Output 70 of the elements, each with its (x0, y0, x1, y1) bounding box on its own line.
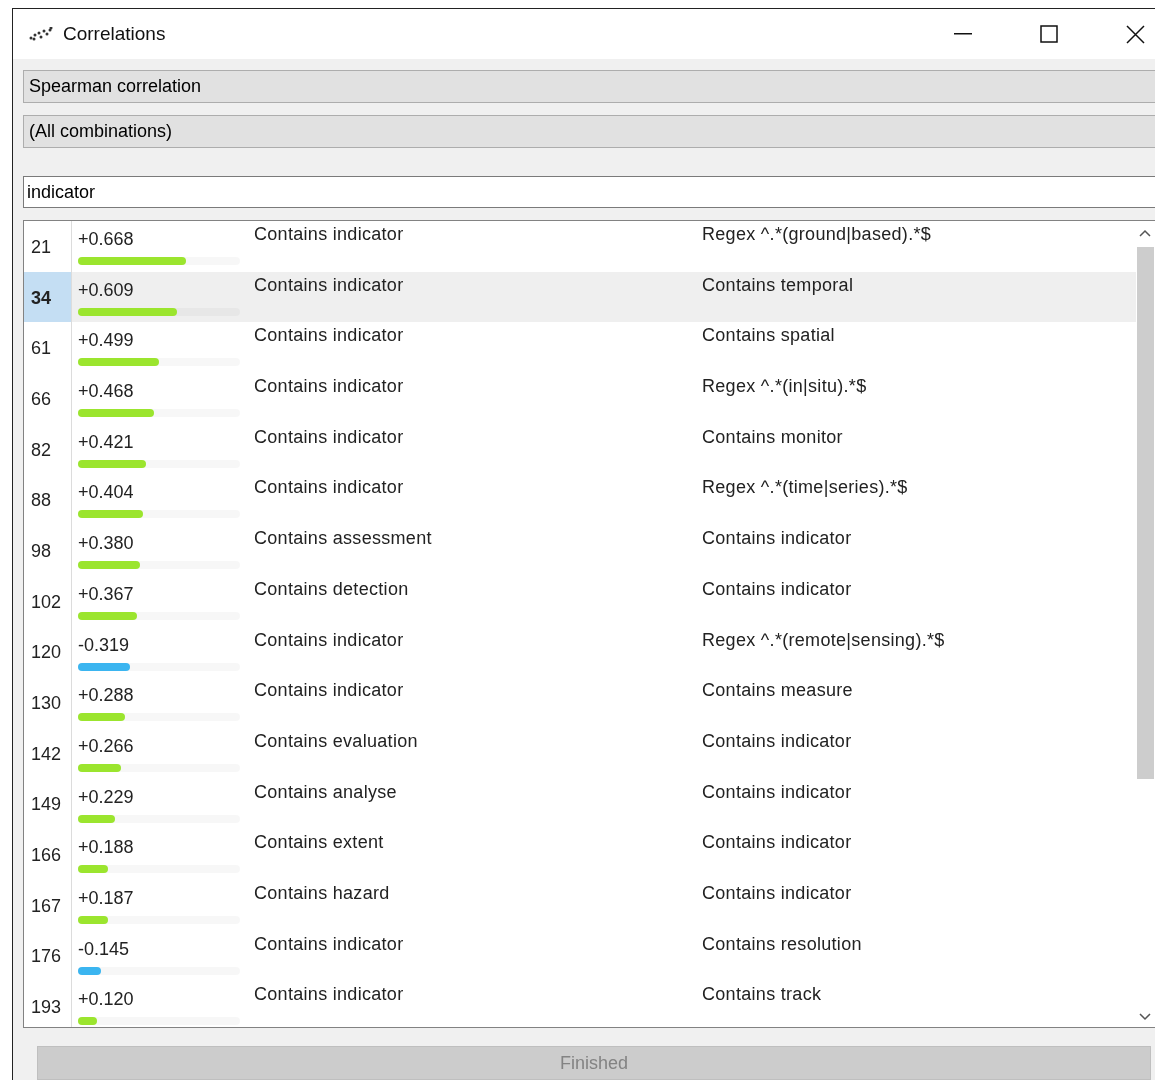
correlation-value: +0.468 (78, 381, 135, 403)
feature-filter-dropdown[interactable]: (All combinations) (23, 115, 1155, 148)
feature-name: Contains extent (254, 831, 385, 855)
row-index: 130 (24, 677, 72, 728)
correlation-value: +0.266 (78, 735, 135, 757)
feature-name: Contains indicator (702, 780, 853, 804)
correlation-value: +0.367 (78, 583, 135, 605)
feature-name: Contains indicator (702, 881, 853, 905)
correlation-value: +0.188 (78, 837, 135, 859)
feature-name: Contains detection (254, 577, 410, 601)
feature-name: Contains indicator (254, 375, 405, 399)
feature-name: Contains assessment (254, 527, 433, 551)
correlation-value: +0.380 (78, 533, 135, 555)
minimize-icon[interactable] (954, 33, 972, 35)
maximize-icon[interactable] (1040, 25, 1058, 43)
correlation-value: +0.421 (78, 431, 135, 453)
row-index: 102 (24, 575, 72, 627)
correlation-value: -0.319 (78, 634, 131, 656)
window-title: Correlations (63, 23, 167, 45)
close-icon[interactable] (1125, 24, 1145, 44)
feature-name: Contains spatial (702, 324, 836, 348)
correlation-value: +0.288 (78, 685, 135, 707)
feature-name: Contains evaluation (254, 729, 419, 753)
row-index: 98 (24, 525, 72, 576)
correlation-value: -0.145 (78, 938, 131, 960)
feature-name: Contains track (702, 983, 823, 1007)
row-index: 166 (24, 829, 72, 880)
feature-name: Contains indicator (254, 425, 405, 449)
correlation-value: +0.499 (78, 330, 135, 352)
feature-name: Contains indicator (254, 273, 405, 297)
correlation-type-dropdown[interactable]: Spearman correlation (23, 70, 1155, 103)
search-field[interactable]: indicator (23, 176, 1155, 208)
row-index: 66 (24, 373, 72, 424)
feature-name: Contains hazard (254, 881, 391, 905)
row-index: 167 (24, 879, 72, 931)
feature-name: Contains resolution (702, 932, 863, 956)
row-index: 34 (24, 271, 72, 323)
feature-name: Contains temporal (702, 273, 855, 297)
scroll-up-icon[interactable] (1139, 229, 1151, 237)
correlation-value: +0.120 (78, 989, 135, 1011)
feature-name: Contains indicator (702, 831, 853, 855)
feature-name: Contains indicator (702, 729, 853, 753)
scatter-icon (29, 27, 53, 41)
feature-name: Contains indicator (254, 983, 405, 1007)
feature-name: Contains indicator (254, 932, 405, 956)
correlation-value: +0.229 (78, 786, 135, 808)
feature-name: Contains indicator (254, 679, 405, 703)
feature-name: Regex ^.*(remote|sensing).*$ (702, 628, 946, 652)
feature-name: Contains indicator (702, 527, 853, 551)
feature-name: Regex ^.*(time|series).*$ (702, 476, 909, 500)
feature-name: Contains indicator (702, 577, 853, 601)
list-row[interactable]: 34 +0.609 Contains indicator Contains temporal (24, 271, 1136, 323)
feature-name: Contains measure (702, 679, 854, 703)
row-index: 142 (24, 727, 72, 779)
correlation-value: +0.404 (78, 482, 135, 504)
scrollbar-thumb[interactable] (1136, 247, 1154, 779)
feature-name: Contains indicator (254, 324, 405, 348)
correlation-value: +0.609 (78, 279, 135, 301)
correlation-value: +0.187 (78, 887, 135, 909)
feature-name: Regex ^.*(ground|based).*$ (702, 223, 933, 246)
feature-name: Contains indicator (254, 223, 405, 246)
correlation-value: +0.668 (78, 229, 135, 250)
feature-name: Contains indicator (254, 476, 405, 500)
feature-name: Contains indicator (254, 628, 405, 652)
feature-name: Contains monitor (702, 425, 844, 449)
feature-name: Contains analyse (254, 780, 398, 804)
row-index: 21 (24, 221, 72, 272)
feature-name: Regex ^.*(in|situ).*$ (702, 375, 868, 399)
scroll-down-icon[interactable] (1139, 1013, 1151, 1021)
row-index: 193 (24, 981, 72, 1027)
